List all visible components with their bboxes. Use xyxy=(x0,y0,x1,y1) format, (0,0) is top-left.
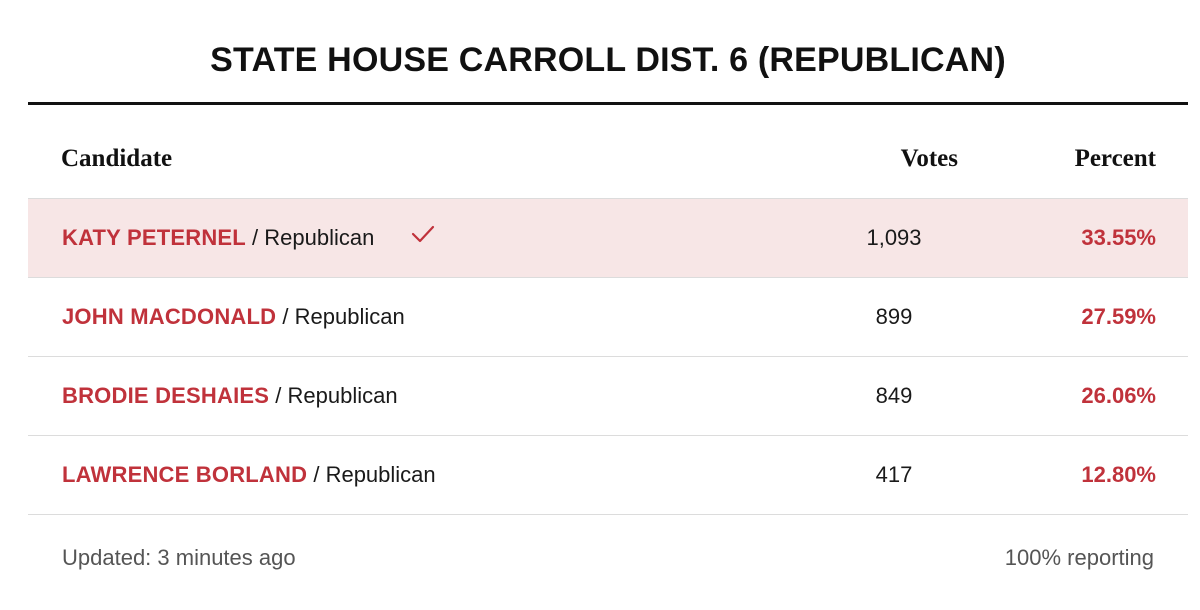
name-party-separator: / xyxy=(282,304,289,329)
title-divider xyxy=(28,102,1188,105)
candidate-name: BRODIE DESHAIES xyxy=(62,383,270,408)
column-header-candidate: Candidate xyxy=(61,145,173,172)
candidate-cell: KATY PETERNEL / Republican xyxy=(62,224,435,253)
candidate-name: JOHN MACDONALD xyxy=(62,304,277,329)
percent-cell: 26.06% xyxy=(1081,383,1156,408)
votes-cell: 1,093 xyxy=(866,225,922,250)
results-table-header: Candidate Votes Percent xyxy=(28,135,1188,187)
candidate-name: KATY PETERNEL xyxy=(62,225,246,250)
votes-cell: 849 xyxy=(875,383,913,408)
column-header-votes: Votes xyxy=(900,145,958,172)
updated-timestamp: Updated: 3 minutes ago xyxy=(62,545,296,570)
reporting-status: 100% reporting xyxy=(1004,545,1154,570)
name-party-separator: / xyxy=(275,383,282,408)
percent-cell: 33.55% xyxy=(1081,225,1156,250)
table-row: LAWRENCE BORLAND / Republican 417 12.80% xyxy=(28,435,1188,515)
race-title: STATE HOUSE CARROLL DIST. 6 (REPUBLICAN) xyxy=(210,41,1006,79)
percent-cell: 12.80% xyxy=(1081,462,1156,487)
candidate-cell: LAWRENCE BORLAND / Republican xyxy=(62,461,436,489)
votes-cell: 417 xyxy=(875,462,913,487)
candidate-name: LAWRENCE BORLAND xyxy=(62,462,308,487)
name-party-separator: / xyxy=(313,462,320,487)
candidate-party: Republican xyxy=(325,462,436,487)
candidate-cell: BRODIE DESHAIES / Republican xyxy=(62,382,398,410)
table-row: BRODIE DESHAIES / Republican 849 26.06% xyxy=(28,356,1188,435)
results-table-body: KATY PETERNEL / Republican 1,093 33.55% … xyxy=(28,198,1188,515)
votes-cell: 899 xyxy=(875,304,913,329)
column-header-percent: Percent xyxy=(1074,145,1156,172)
table-row: KATY PETERNEL / Republican 1,093 33.55% xyxy=(28,198,1188,277)
checkmark-icon xyxy=(411,223,435,251)
candidate-party: Republican xyxy=(294,304,405,329)
candidate-cell: JOHN MACDONALD / Republican xyxy=(62,303,405,331)
name-party-separator: / xyxy=(252,225,259,250)
table-row: JOHN MACDONALD / Republican 899 27.59% xyxy=(28,277,1188,356)
candidate-party: Republican xyxy=(264,225,375,250)
percent-cell: 27.59% xyxy=(1081,304,1156,329)
candidate-party: Republican xyxy=(287,383,398,408)
